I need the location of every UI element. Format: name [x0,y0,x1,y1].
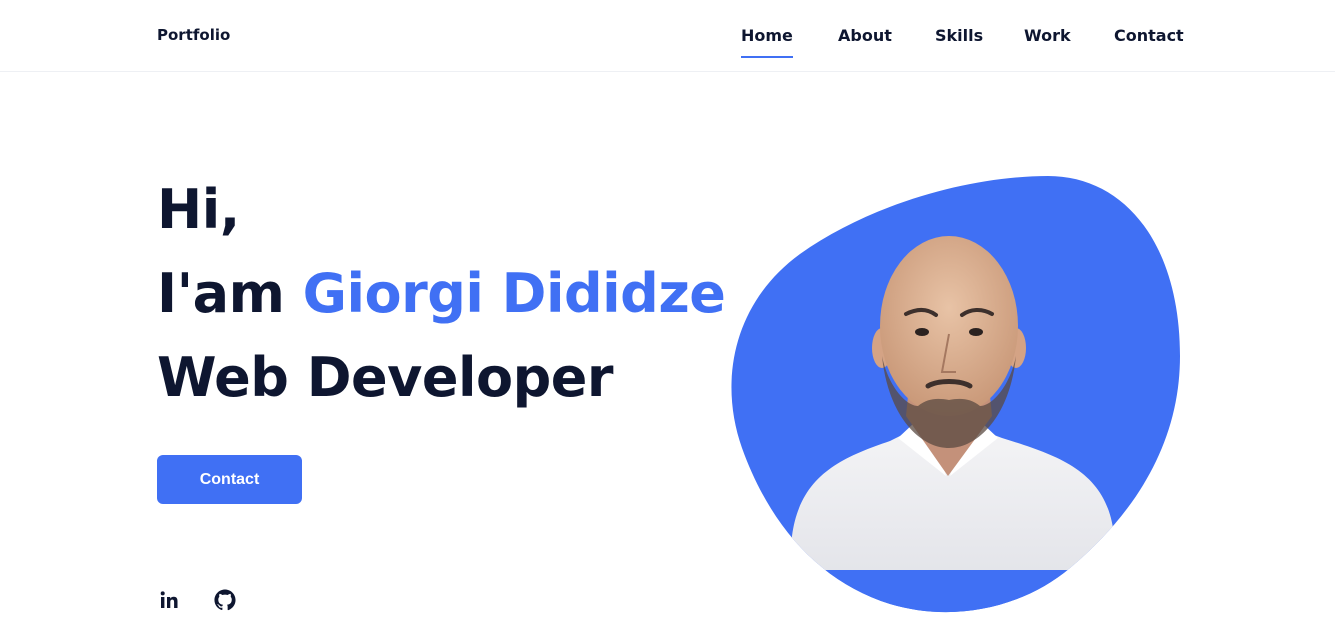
linkedin-link[interactable] [157,588,181,612]
hero-name: Giorgi Dididze [302,262,726,325]
hero-intro-prefix: I'am [157,262,303,325]
linkedin-icon [160,591,178,608]
profile-photo-container [730,176,1182,616]
main-nav: Home About Skills Work Contact [0,26,1335,66]
hero-role: Web Developer [157,346,614,409]
contact-button[interactable]: Contact [157,455,302,504]
hero-intro: I'am Giorgi Dididze [157,252,726,336]
nav-skills[interactable]: Skills [935,26,983,45]
hero-title: Hi, I'am Giorgi Dididze Web Developer [157,168,726,420]
github-icon [214,589,236,611]
nav-work[interactable]: Work [1024,26,1071,45]
github-link[interactable] [213,588,237,612]
nav-about[interactable]: About [838,26,892,45]
profile-photo [731,176,1180,613]
site-header: Portfolio Home About Skills Work Contact [0,0,1335,72]
nav-contact[interactable]: Contact [1114,26,1184,45]
nav-home[interactable]: Home [741,26,793,58]
hero-greeting: Hi, [157,178,240,241]
